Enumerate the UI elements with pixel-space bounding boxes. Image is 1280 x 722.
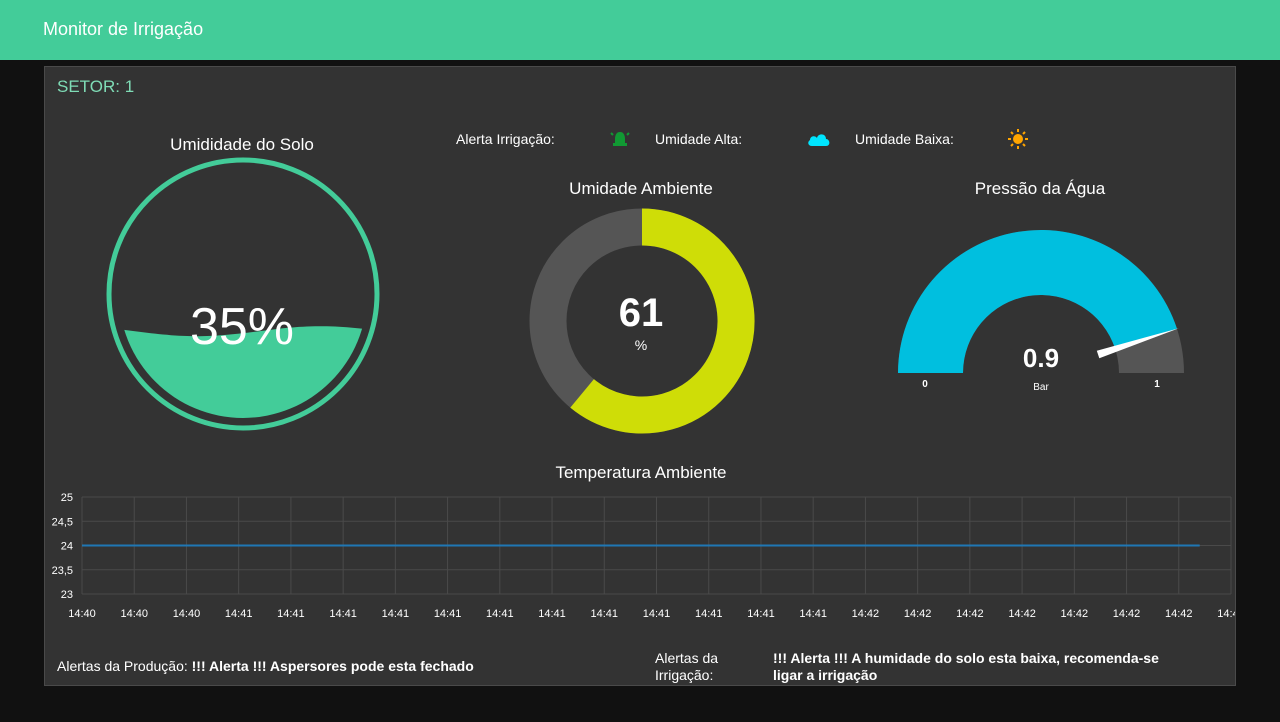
irrigation-alert-text-line1: !!! Alerta !!! A humidade do solo esta b… [773, 650, 1159, 666]
x-tick-label: 14:41 [329, 608, 357, 620]
sector-label: SETOR: 1 [57, 77, 135, 96]
x-tick-label: 14:42 [1165, 608, 1193, 620]
temperature-chart-title: Temperatura Ambiente [555, 463, 727, 482]
irrigation-alerts-label: Alertas da Irrigação: [655, 650, 718, 684]
x-tick-label: 14:42 [1008, 608, 1036, 620]
y-tick-label: 23 [61, 589, 73, 601]
water-pressure-unit: Bar [1033, 382, 1049, 393]
high-humidity-label: Umidade Alta: [655, 131, 743, 147]
cloud-icon [808, 134, 830, 146]
x-tick-label: 14:41 [591, 608, 619, 620]
sun-icon [1008, 129, 1028, 149]
soil-humidity-value: 35% [189, 298, 295, 356]
y-tick-label: 25 [61, 492, 73, 504]
x-tick-label: 14:40 [120, 608, 148, 620]
x-tick-label: 14:42 [1061, 608, 1089, 620]
x-tick-label: 14:41 [434, 608, 462, 620]
x-tick-label: 14:42 [1113, 608, 1141, 620]
gauge-max-label: 1 [1154, 379, 1160, 390]
low-humidity-label: Umidade Baixa: [855, 131, 954, 147]
x-tick-label: 14:40 [68, 608, 96, 620]
alarm-bell-icon [610, 132, 630, 146]
irrigation-alert-label: Alerta Irrigação: [456, 131, 555, 147]
irrigation-alerts-label-line1: Alertas da [655, 650, 719, 666]
x-tick-label: 14:40 [173, 608, 201, 620]
soil-humidity-gauge [106, 157, 380, 431]
irrigation-alerts-label-line2: Irrigação: [655, 667, 714, 683]
y-tick-label: 24,5 [52, 516, 73, 528]
x-tick-label: 14:41 [277, 608, 305, 620]
water-pressure-value: 0.9 [1022, 343, 1060, 373]
x-tick-label: 14:42 [852, 608, 880, 620]
x-tick-label: 14:42 [956, 608, 984, 620]
x-tick-label: 14:41 [747, 608, 775, 620]
soil-humidity-title: Umididade do Solo [170, 135, 314, 154]
app-header: Monitor de Irrigação [0, 0, 1280, 60]
x-tick-label: 14:42 [1217, 608, 1235, 620]
x-tick-label: 14:41 [486, 608, 514, 620]
ambient-humidity-value: 61 [618, 291, 664, 335]
x-tick-label: 14:41 [225, 608, 253, 620]
water-pressure-title: Pressão da Água [974, 179, 1106, 198]
irrigation-alert-text: !!! Alerta !!! A humidade do solo esta b… [773, 650, 1159, 684]
x-tick-label: 14:41 [382, 608, 410, 620]
production-alerts-label: Alertas da Produção: [57, 658, 188, 674]
irrigation-alert-text-line2: ligar a irrigação [773, 667, 878, 683]
x-tick-label: 14:41 [799, 608, 827, 620]
production-alert-text: !!! Alerta !!! Aspersores pode esta fech… [191, 658, 474, 674]
ambient-humidity-title: Umidade Ambiente [569, 179, 713, 198]
y-tick-label: 23,5 [52, 565, 73, 577]
x-tick-label: 14:41 [643, 608, 671, 620]
ambient-humidity-unit: % [634, 337, 648, 353]
sector-panel: SETOR: 1 Alerta Irrigação: Umidade Alta:… [44, 66, 1236, 686]
y-tick-label: 24 [61, 541, 73, 553]
x-tick-label: 14:41 [695, 608, 723, 620]
production-alerts-row: Alertas da Produção: !!! Alerta !!! Aspe… [57, 658, 474, 674]
temperature-chart: 25 24,5 24 23,5 23 14:40 14:40 14:40 14:41 14:41 1… [52, 492, 1235, 620]
x-tick-label: 14:42 [904, 608, 932, 620]
gauge-min-label: 0 [922, 379, 928, 390]
app-title: Monitor de Irrigação [43, 19, 204, 39]
x-tick-label: 14:41 [538, 608, 566, 620]
